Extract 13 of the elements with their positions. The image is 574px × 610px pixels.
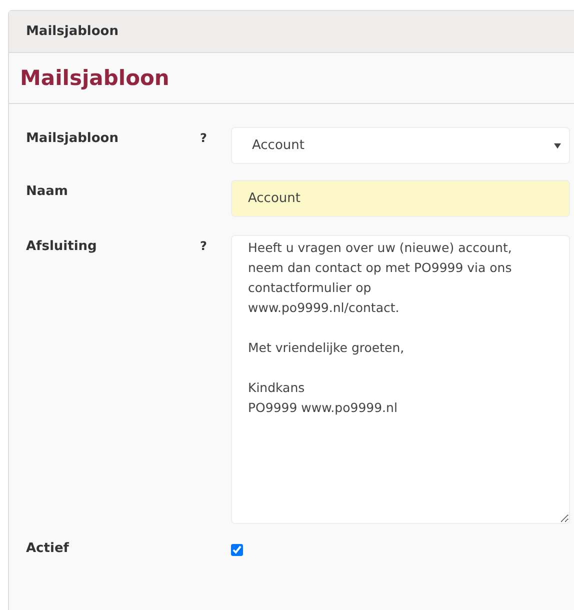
- caret-icon: [554, 142, 561, 148]
- field-label: Afsluiting: [26, 238, 98, 254]
- input-field[interactable]: Account: [231, 180, 570, 217]
- text-area[interactable]: Heeft u vragen over uw (nieuwe) account, neem dan contact op met PO9999 via ons contactformulier op www.po9999.nl/contact. Met vriendelijke groeten, Kindkans PO9999 www.po9999.nl: [231, 235, 570, 524]
- panel-title: Mailsjabloon: [26, 24, 118, 39]
- page-heading: Mailsjabloon: [20, 66, 170, 90]
- help-mark[interactable]: ?: [200, 239, 207, 253]
- help-mark[interactable]: ?: [200, 131, 207, 145]
- field-label: Mailsjabloon: [26, 130, 120, 146]
- field-label: Naam: [26, 183, 69, 199]
- checkbox[interactable]: [231, 544, 243, 556]
- field-label: Actief: [26, 540, 70, 556]
- dropdown[interactable]: Account: [231, 127, 570, 164]
